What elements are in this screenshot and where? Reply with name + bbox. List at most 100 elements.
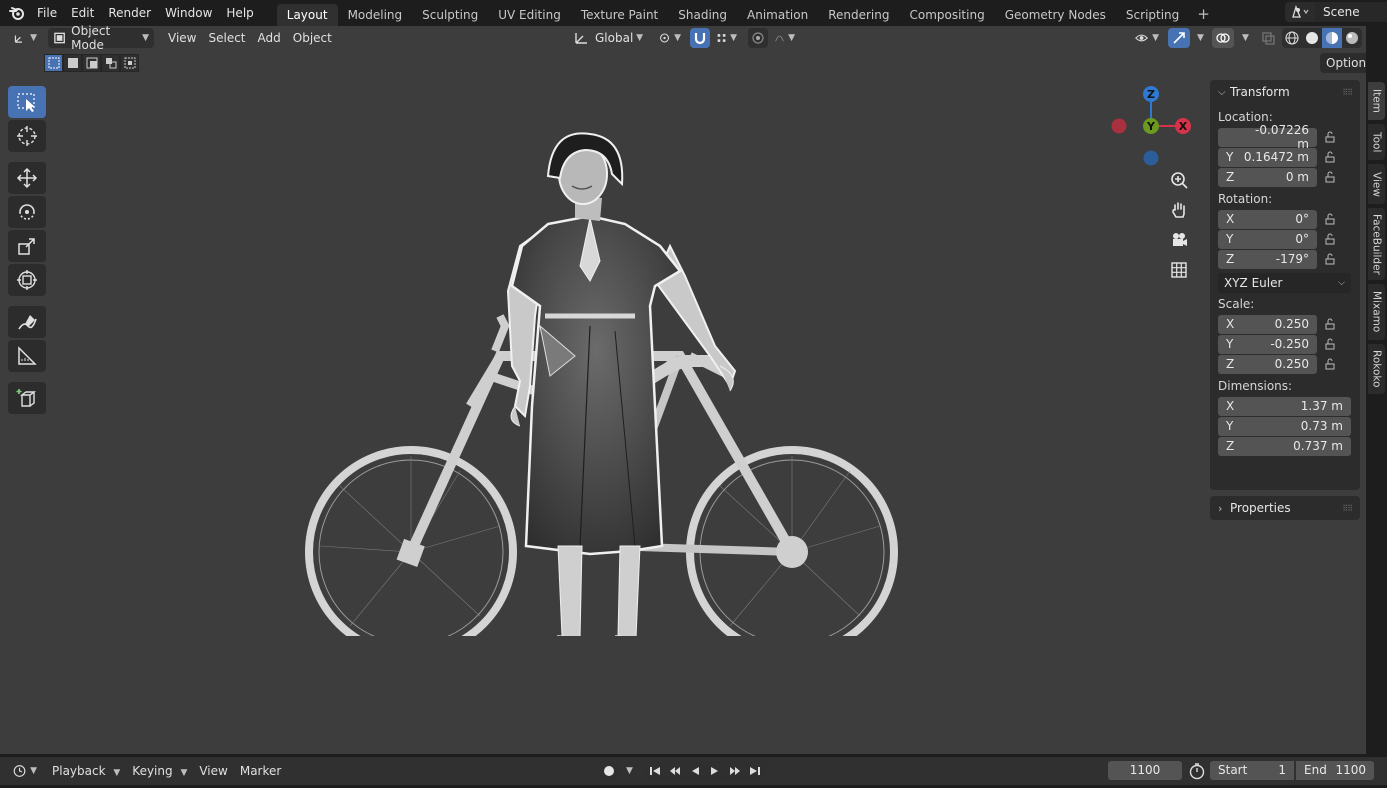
dimensions-y-field[interactable]: Y 0.73 m: [1218, 416, 1351, 436]
rendered-shading-button[interactable]: [1342, 28, 1362, 48]
lock-icon[interactable]: [1317, 213, 1343, 225]
material-shading-button[interactable]: [1322, 28, 1342, 48]
play-button[interactable]: [706, 761, 726, 781]
menu-object[interactable]: Object: [287, 28, 338, 48]
scale-y-field[interactable]: Y -0.250: [1218, 334, 1317, 354]
zoom-button[interactable]: [1166, 167, 1192, 193]
current-frame-field[interactable]: 1100: [1108, 761, 1182, 780]
jump-end-button[interactable]: [746, 761, 766, 781]
dimensions-z-field[interactable]: Z 0.737 m: [1218, 436, 1351, 456]
menu-marker[interactable]: Marker: [234, 761, 287, 781]
neg-z-axis-handle[interactable]: [1143, 150, 1159, 166]
select-new-button[interactable]: [44, 54, 63, 72]
rotate-tool[interactable]: [8, 196, 46, 228]
select-intersect-button[interactable]: [120, 54, 139, 72]
chevron-down-icon[interactable]: ▼: [1197, 33, 1204, 43]
scene-woman-with-bicycle[interactable]: [290, 106, 910, 636]
lock-icon[interactable]: [1317, 318, 1343, 330]
chevron-down-icon[interactable]: ▼: [626, 766, 633, 776]
rotation-y-field[interactable]: Y 0°: [1218, 229, 1317, 249]
tab-shading[interactable]: Shading: [668, 4, 737, 26]
tab-uv-editing[interactable]: UV Editing: [488, 4, 571, 26]
menu-render[interactable]: Render: [101, 2, 158, 24]
tab-view[interactable]: View: [1368, 164, 1385, 204]
select-extend-button[interactable]: [63, 54, 82, 72]
editor-type-button[interactable]: ▼: [8, 28, 42, 48]
overlay-toggle[interactable]: [1212, 28, 1234, 48]
rotation-z-field[interactable]: Z -179°: [1218, 249, 1317, 269]
lock-icon[interactable]: [1317, 338, 1343, 350]
3d-viewport[interactable]: ▼ Object Mode ▼ View Select Add Object G…: [0, 24, 1379, 754]
scale-tool[interactable]: [8, 230, 46, 262]
tab-tool[interactable]: Tool: [1368, 124, 1385, 160]
snap-target-button[interactable]: ▼: [712, 28, 742, 48]
annotate-tool[interactable]: [8, 306, 46, 338]
menu-playback[interactable]: Playback ▼: [46, 761, 126, 781]
tab-rendering[interactable]: Rendering: [818, 4, 899, 26]
start-frame-field[interactable]: Start 1: [1210, 761, 1294, 780]
end-frame-field[interactable]: End 1100: [1296, 761, 1374, 780]
lock-icon[interactable]: [1317, 358, 1343, 370]
tab-modeling[interactable]: Modeling: [338, 4, 413, 26]
timeline-editor-type-button[interactable]: ▼: [8, 761, 42, 781]
scene-selector[interactable]: Scene: [1285, 1, 1387, 23]
menu-edit[interactable]: Edit: [64, 2, 101, 24]
add-workspace-button[interactable]: +: [1189, 4, 1218, 26]
pivot-point-button[interactable]: ▼: [654, 28, 686, 48]
navigation-gizmo[interactable]: Z X Y: [1108, 84, 1198, 174]
menu-keying[interactable]: Keying ▼: [126, 761, 193, 781]
solid-shading-button[interactable]: [1302, 28, 1322, 48]
falloff-button[interactable]: ▼: [770, 28, 800, 48]
drag-grip-icon[interactable]: ⠿⠿: [1342, 504, 1353, 513]
drag-grip-icon[interactable]: ⠿⠿: [1342, 88, 1353, 97]
properties-panel-header[interactable]: › Properties ⠿⠿: [1210, 496, 1360, 520]
scale-z-field[interactable]: Z 0.250: [1218, 354, 1317, 374]
location-y-field[interactable]: Y 0.16472 m: [1218, 147, 1317, 167]
scene-icon[interactable]: [1285, 2, 1315, 22]
proportional-edit-toggle[interactable]: [748, 28, 768, 48]
tab-texture-paint[interactable]: Texture Paint: [571, 4, 668, 26]
scene-name[interactable]: Scene: [1315, 2, 1387, 22]
menu-timeline-view[interactable]: View: [193, 761, 233, 781]
location-x-field[interactable]: -0.07226 m: [1218, 123, 1317, 151]
select-box-tool[interactable]: [8, 86, 46, 118]
menu-window[interactable]: Window: [158, 2, 219, 24]
move-tool[interactable]: [8, 162, 46, 194]
ortho-toggle-button[interactable]: [1166, 257, 1192, 283]
select-invert-button[interactable]: [101, 54, 120, 72]
tab-facebuilder[interactable]: FaceBuilder: [1368, 208, 1385, 280]
stopwatch-icon[interactable]: [1188, 762, 1206, 783]
tab-geometry-nodes[interactable]: Geometry Nodes: [995, 4, 1116, 26]
menu-select[interactable]: Select: [202, 28, 251, 48]
tab-layout[interactable]: Layout: [276, 4, 338, 26]
transform-panel-header[interactable]: ⌵ Transform ⠿⠿: [1210, 80, 1360, 104]
mode-dropdown[interactable]: Object Mode ▼: [48, 24, 154, 52]
pan-button[interactable]: [1166, 197, 1192, 223]
tab-scripting[interactable]: Scripting: [1116, 4, 1189, 26]
camera-view-button[interactable]: [1166, 227, 1192, 253]
blender-logo-icon[interactable]: [4, 0, 30, 26]
gizmo-toggle[interactable]: [1168, 28, 1190, 48]
rotation-mode-dropdown[interactable]: XYZ Euler ⌵: [1218, 273, 1351, 293]
play-reverse-button[interactable]: [686, 761, 706, 781]
lock-icon[interactable]: [1317, 131, 1343, 143]
jump-start-button[interactable]: [646, 761, 666, 781]
transform-tool[interactable]: [8, 264, 46, 296]
neg-x-axis-handle[interactable]: [1111, 118, 1127, 134]
tab-item[interactable]: Item: [1368, 82, 1385, 120]
lock-icon[interactable]: [1317, 233, 1343, 245]
cursor-tool[interactable]: [8, 120, 46, 152]
tab-sculpting[interactable]: Sculpting: [412, 4, 488, 26]
lock-icon[interactable]: [1317, 171, 1343, 183]
menu-file[interactable]: File: [30, 2, 64, 24]
wireframe-shading-button[interactable]: [1282, 28, 1302, 48]
snap-toggle[interactable]: [690, 28, 710, 48]
dimensions-x-field[interactable]: X 1.37 m: [1218, 396, 1351, 416]
rotation-x-field[interactable]: X 0°: [1218, 209, 1317, 229]
tab-animation[interactable]: Animation: [737, 4, 818, 26]
lock-icon[interactable]: [1317, 151, 1343, 163]
tab-compositing[interactable]: Compositing: [899, 4, 994, 26]
tab-rokoko[interactable]: Rokoko: [1368, 344, 1385, 394]
select-subtract-button[interactable]: [82, 54, 101, 72]
menu-help[interactable]: Help: [219, 2, 260, 24]
